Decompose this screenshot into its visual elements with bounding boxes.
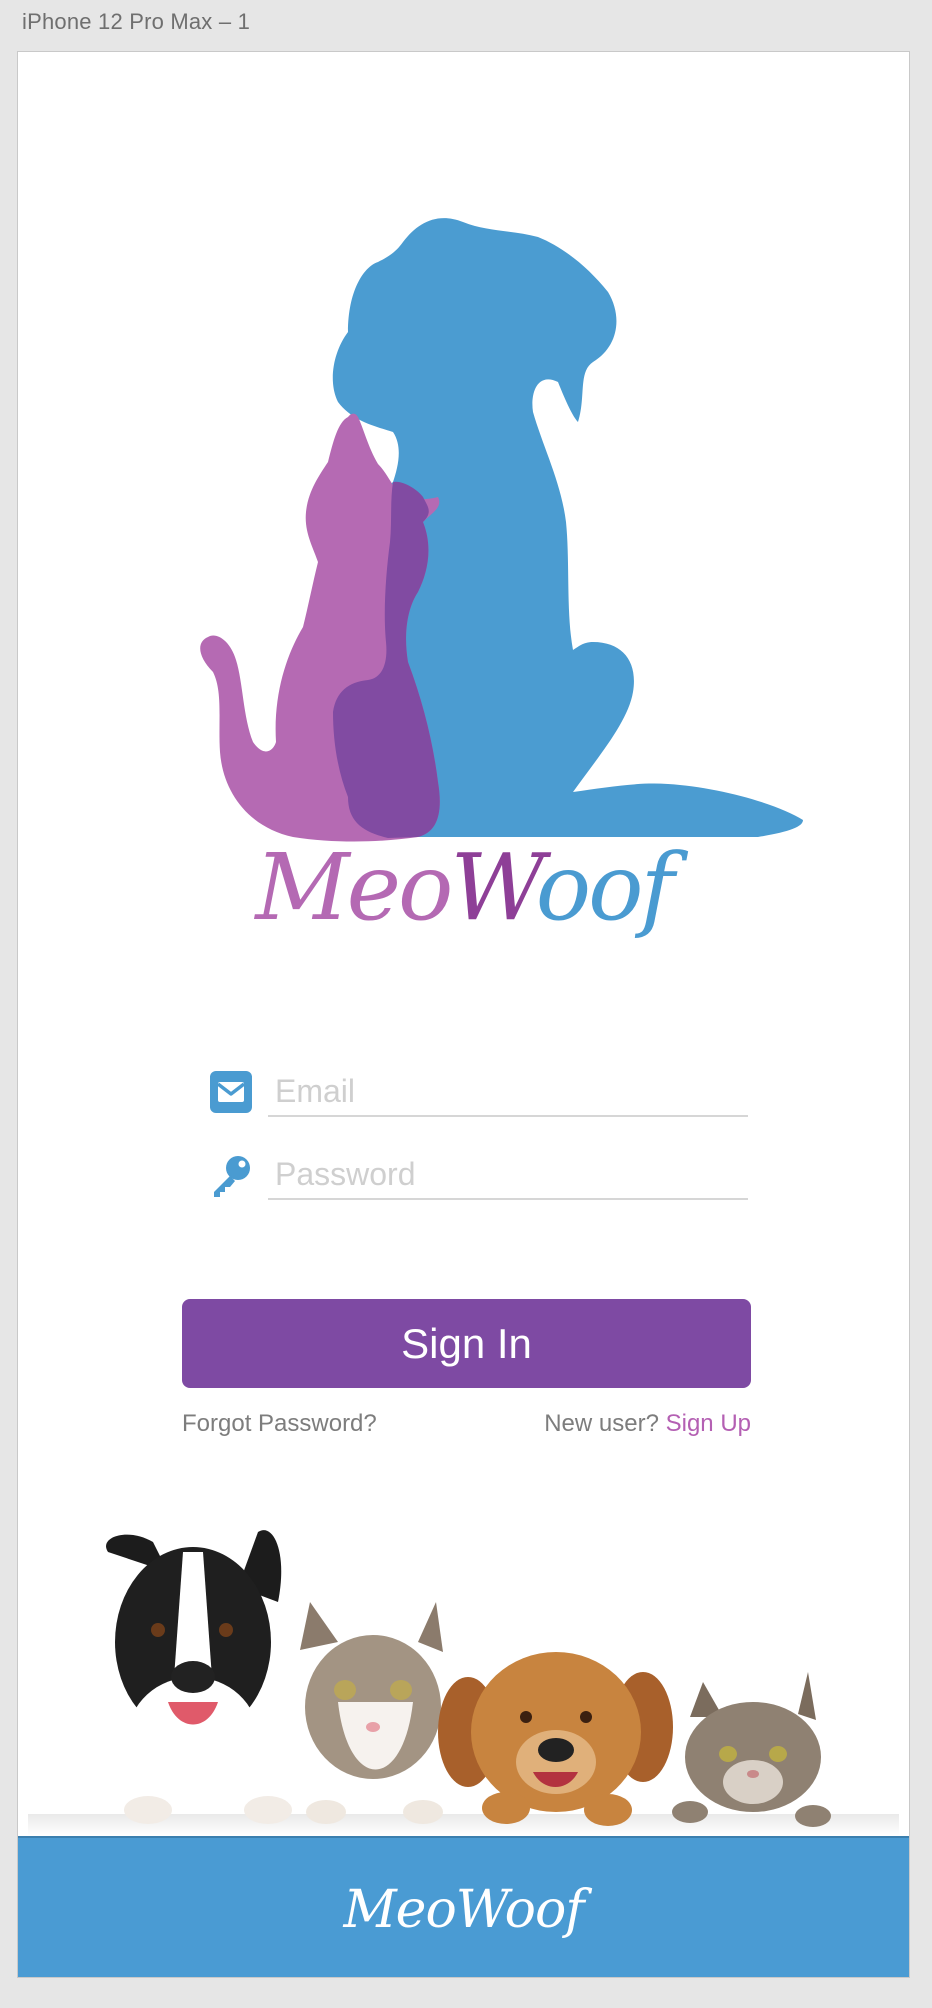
- email-input[interactable]: [268, 1067, 748, 1117]
- border-collie-dog: [106, 1530, 292, 1824]
- key-icon: [214, 1156, 250, 1197]
- logo-illustration: [200, 218, 803, 842]
- new-user-prompt: New user? Sign Up: [544, 1410, 751, 1438]
- footer-bar: MeoWoof: [18, 1836, 909, 1977]
- tabby-cat: [672, 1672, 831, 1827]
- sign-in-button[interactable]: Sign In: [182, 1299, 751, 1388]
- golden-dog: [438, 1652, 673, 1826]
- new-user-text: New user?: [544, 1410, 659, 1437]
- forgot-password-link[interactable]: Forgot Password?: [182, 1410, 377, 1438]
- tabby-kitten: [300, 1602, 443, 1824]
- pets-banner-image: [28, 1530, 899, 1836]
- sign-up-link[interactable]: Sign Up: [666, 1410, 751, 1437]
- envelope-icon: [210, 1071, 252, 1113]
- footer-title: MeoWoof: [343, 1880, 584, 1940]
- brand-part-w: W: [450, 834, 538, 941]
- brand-part-oof: oof: [535, 834, 675, 941]
- brand-wordmark: MeoWoof: [18, 842, 909, 934]
- email-field-row: [208, 1063, 753, 1123]
- password-field-row: [208, 1146, 753, 1206]
- phone-screen: MeoWoof Sign In Forgot Password? New use…: [17, 51, 910, 1978]
- password-input[interactable]: [268, 1150, 748, 1200]
- brand-part-meo: Meo: [255, 834, 453, 941]
- artboard-title: iPhone 12 Pro Max – 1: [22, 9, 251, 34]
